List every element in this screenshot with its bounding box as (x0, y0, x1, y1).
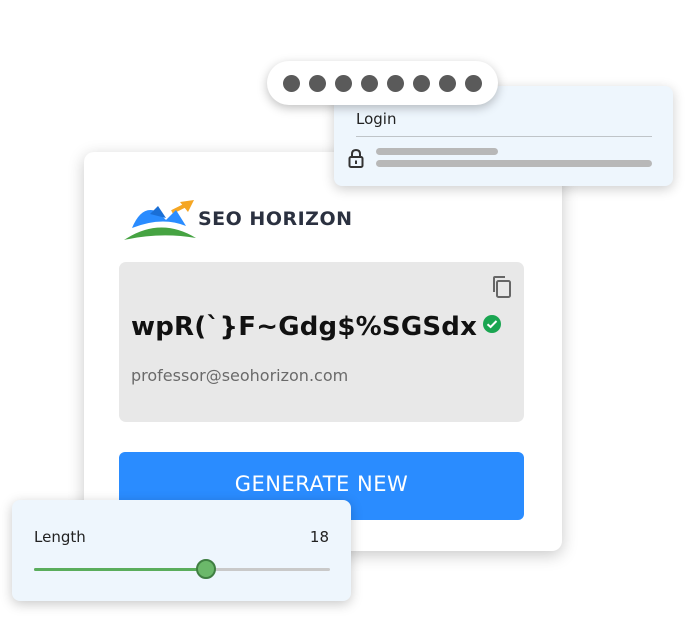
masked-dot (465, 74, 482, 92)
password-generator-card: SEO HORIZON wpR(`}F~Gdg$%SGSdx professor… (84, 152, 562, 551)
length-slider[interactable] (34, 559, 330, 579)
login-divider (356, 136, 652, 137)
check-circle-icon (483, 315, 501, 333)
login-placeholder-bar (376, 160, 652, 167)
length-value: 18 (309, 528, 329, 546)
length-card: Length 18 (12, 500, 351, 601)
masked-dot (361, 74, 378, 92)
masked-dot (335, 74, 352, 92)
password-display: wpR(`}F~Gdg$%SGSdx professor@seohorizon.… (119, 262, 524, 422)
copy-button[interactable] (490, 274, 514, 300)
length-slider-fill (34, 568, 206, 571)
masked-password-field[interactable] (267, 61, 498, 105)
masked-dot (413, 74, 430, 92)
length-label: Length (34, 528, 86, 546)
generated-password: wpR(`}F~Gdg$%SGSdx (131, 312, 478, 342)
account-email: professor@seohorizon.com (131, 366, 349, 385)
masked-dot (439, 74, 456, 92)
login-label: Login (356, 110, 397, 128)
login-placeholder-bar (376, 148, 498, 155)
masked-dot (309, 74, 326, 92)
brand-name: SEO HORIZON (198, 208, 353, 230)
length-slider-thumb[interactable] (195, 559, 216, 579)
seo-horizon-logo-icon (124, 200, 196, 240)
brand-logo: SEO HORIZON (122, 198, 362, 246)
lock-icon (348, 148, 364, 168)
masked-dot (387, 74, 404, 92)
masked-dot (283, 74, 300, 92)
copy-icon[interactable] (490, 274, 514, 300)
